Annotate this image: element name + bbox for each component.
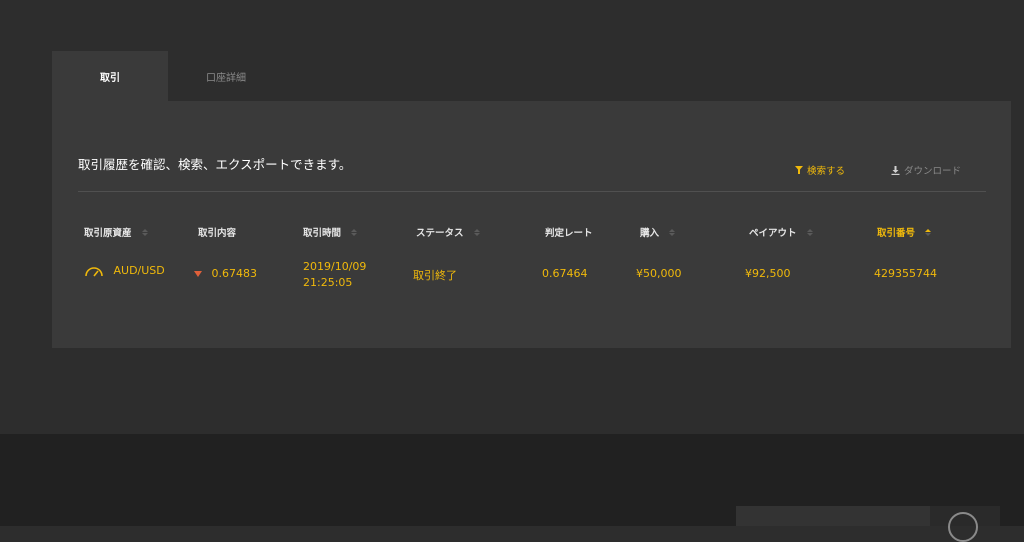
sort-icon — [806, 228, 813, 236]
download-button[interactable]: ダウンロード — [891, 163, 961, 177]
header-judge-rate-label: 判定レート — [545, 228, 593, 239]
download-icon — [891, 165, 900, 175]
header-status-label: ステータス — [416, 228, 464, 239]
header-judge-rate: 判定レート — [545, 225, 593, 239]
sort-icon — [669, 228, 676, 236]
tab-bar: 取引 口座詳細 — [52, 51, 284, 101]
header-purchase-label: 購入 — [640, 228, 660, 239]
tab-account-details[interactable]: 口座詳細 — [168, 51, 284, 101]
sort-icon — [473, 228, 480, 236]
divider — [78, 191, 986, 192]
search-button-label: 検索する — [807, 166, 846, 177]
trade-clock: 21:25:05 — [303, 276, 353, 289]
header-asset[interactable]: 取引原資産 — [84, 225, 148, 239]
asset-name: AUD/USD — [113, 264, 165, 277]
gauge-icon — [85, 267, 103, 277]
trade-date: 2019/10/09 — [303, 260, 367, 273]
filter-icon — [795, 166, 803, 174]
header-asset-label: 取引原資産 — [84, 228, 132, 239]
down-arrow-icon — [194, 271, 202, 277]
entry-rate: 0.67483 — [211, 267, 258, 280]
header-payout-label: ペイアウト — [749, 228, 797, 239]
header-content: 取引内容 — [198, 225, 236, 239]
cell-judge-rate: 0.67464 — [542, 267, 588, 280]
header-purchase[interactable]: 購入 — [640, 225, 676, 239]
header-status[interactable]: ステータス — [416, 225, 480, 239]
cell-asset: AUD/USD — [84, 264, 165, 277]
header-content-label: 取引内容 — [198, 228, 237, 239]
cell-status: 取引終了 — [413, 269, 457, 282]
header-trade-id-label: 取引番号 — [877, 228, 916, 239]
header-payout[interactable]: ペイアウト — [749, 225, 813, 239]
sort-icon — [925, 228, 932, 236]
header-time[interactable]: 取引時間 — [303, 225, 358, 239]
trade-history-panel: 取引履歴を確認、検索、エクスポートできます。 検索する ダウンロード 取引原資産… — [52, 101, 1011, 348]
circle-icon — [948, 512, 978, 542]
cell-time: 2019/10/09 21:25:05 — [303, 259, 366, 291]
cell-payout: ¥92,500 — [745, 267, 791, 280]
sort-icon — [351, 228, 358, 236]
cell-content: 0.67483 — [194, 267, 257, 280]
panel-description: 取引履歴を確認、検索、エクスポートできます。 — [78, 157, 352, 172]
tab-trade[interactable]: 取引 — [52, 51, 168, 101]
search-button[interactable]: 検索する — [795, 163, 845, 177]
header-trade-id[interactable]: 取引番号 — [877, 225, 932, 239]
download-button-label: ダウンロード — [904, 166, 962, 177]
cell-purchase: ¥50,000 — [636, 267, 682, 280]
header-time-label: 取引時間 — [303, 228, 342, 239]
sort-icon — [141, 228, 148, 236]
cell-trade-id: 429355744 — [874, 267, 937, 280]
